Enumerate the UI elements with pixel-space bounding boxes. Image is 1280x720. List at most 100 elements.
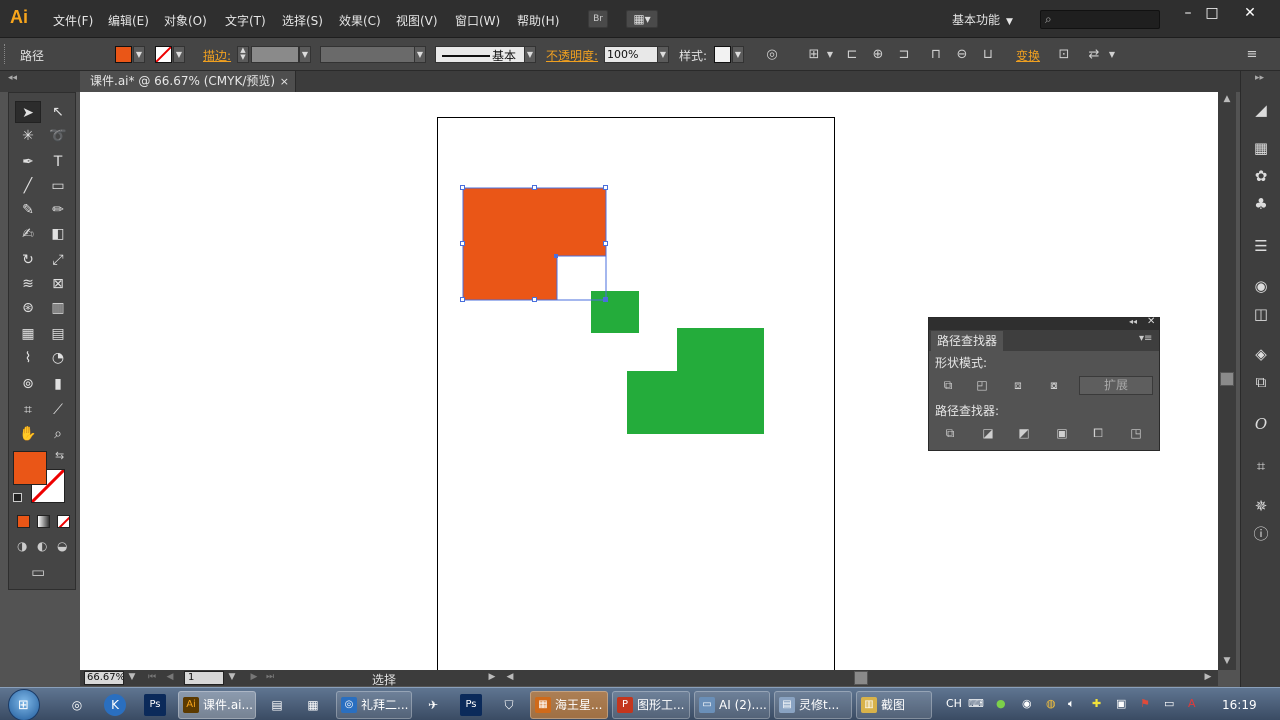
stroke-weight-dropdown[interactable]: ▼ [299, 46, 311, 63]
pencil-tool-icon[interactable]: ✏ [45, 199, 71, 221]
minimize-button[interactable]: – [1176, 5, 1200, 21]
resize-handle-bottom-right[interactable] [603, 297, 608, 302]
draw-normal-icon[interactable]: ◑ [17, 539, 27, 553]
stroke-dropdown[interactable]: ▼ [173, 46, 185, 63]
column-graph-tool-icon[interactable]: ▮ [45, 373, 71, 395]
align-bottom-icon[interactable]: ⊔ [980, 47, 996, 63]
transparency-icon[interactable]: ◫ [1248, 303, 1274, 325]
opacity-dropdown[interactable]: ▼ [657, 46, 669, 63]
resize-handle-bottom-left[interactable] [460, 297, 465, 302]
menu-object[interactable]: 对象(O) [164, 12, 207, 29]
volume-icon[interactable]: 🔈︎ [1068, 697, 1075, 711]
maximize-button[interactable]: □ [1200, 5, 1224, 21]
control-panel-menu-icon[interactable]: ≡ [1244, 47, 1260, 63]
scroll-left-arrow-icon[interactable]: ◀ [504, 672, 516, 682]
menu-effect[interactable]: 效果(C) [339, 12, 381, 29]
close-panel-icon[interactable]: ✕ [1147, 316, 1155, 327]
shape-builder-tool-icon[interactable]: ⊛ [15, 297, 41, 319]
arrange-documents-button[interactable]: ▦▾ [626, 10, 658, 28]
keyboard-icon[interactable]: ⌨ [968, 697, 984, 710]
navigator-icon[interactable]: ✵ [1248, 495, 1274, 517]
zoom-tool-icon[interactable]: ⌕ [45, 423, 71, 445]
minus-back-icon[interactable]: ◳ [1125, 423, 1147, 443]
crop-icon[interactable]: ▣ [1051, 423, 1073, 443]
taskbar-folder-button[interactable]: ▭ AI (2).... [694, 691, 770, 719]
perspective-grid-tool-icon[interactable]: ▥ [45, 297, 71, 319]
appearance-icon[interactable]: ◉ [1248, 275, 1274, 297]
free-transform-tool-icon[interactable]: ⊠ [45, 273, 71, 295]
swatches-icon[interactable]: ▦ [1248, 137, 1274, 159]
variable-width-dropdown[interactable]: ▼ [414, 46, 426, 63]
minus-front-icon[interactable]: ◰ [971, 375, 993, 395]
qq-icon[interactable]: ◉ [1022, 697, 1032, 710]
graphic-style-swatch[interactable] [714, 46, 731, 63]
scale-tool-icon[interactable]: ⤢ [45, 249, 71, 271]
zoom-level-field[interactable]: 66.67% [84, 671, 124, 685]
align-left-icon[interactable]: ⊏ [844, 47, 860, 63]
blob-brush-tool-icon[interactable]: ✍ [15, 223, 41, 245]
fill-color-swatch[interactable] [115, 46, 132, 63]
opacity-field[interactable]: 100% [604, 46, 658, 63]
color-guide-icon[interactable]: ◢ [1248, 99, 1274, 121]
panel-title-bar[interactable]: ◂◂ ✕ [929, 316, 1159, 330]
stroke-weight-stepper[interactable]: ▲ ▼ [237, 46, 249, 63]
line-tool-icon[interactable]: ╱ [15, 175, 41, 197]
vertical-scroll-thumb[interactable] [1220, 372, 1234, 386]
quick-launch-app-icon[interactable]: ▦ [302, 694, 324, 716]
quick-launch-shield-icon[interactable]: ⛉ [498, 694, 520, 716]
taskbar-illustrator-button[interactable]: Ai 课件.ai... [178, 691, 256, 719]
menu-window[interactable]: 窗口(W) [455, 12, 500, 29]
plus-tray-icon[interactable]: ✚ [1092, 697, 1101, 710]
pathfinder-icon[interactable]: ⧉ [1248, 371, 1274, 393]
transform-link[interactable]: 变换 [1016, 47, 1040, 64]
flag-tray-icon[interactable]: ⚑ [1140, 697, 1150, 710]
brushes-icon[interactable]: ✿ [1248, 165, 1274, 187]
fill-box[interactable] [13, 451, 47, 485]
align-to-icon[interactable]: ⊞ [806, 47, 822, 63]
quick-launch-calculator-icon[interactable]: ▤ [266, 694, 288, 716]
exclude-icon[interactable]: ⧇ [1043, 375, 1065, 395]
taskbar-document-button[interactable]: ▤ 灵修t... [774, 691, 852, 719]
align-center-vertical-icon[interactable]: ⊖ [954, 47, 970, 63]
fill-dropdown[interactable]: ▼ [133, 46, 145, 63]
monitor-tray-icon[interactable]: ▭ [1164, 697, 1174, 710]
resize-handle-left[interactable] [460, 241, 465, 246]
brush-definition-field[interactable]: 基本 [435, 46, 535, 63]
rotate-tool-icon[interactable]: ↻ [15, 249, 41, 271]
taskbar-screenshot-button[interactable]: ▥ 截图 [856, 691, 932, 719]
vertical-scrollbar[interactable]: ▲ ▼ [1218, 92, 1236, 670]
recolor-artwork-icon[interactable]: ◎ [764, 47, 780, 63]
status-menu-arrow-icon[interactable]: ▶ [486, 672, 498, 682]
rectangle-tool-icon[interactable]: ▭ [45, 175, 71, 197]
expand-panels-icon[interactable]: ▸▸ [1255, 73, 1264, 83]
tab-pathfinder[interactable]: 路径查找器 [931, 331, 1004, 351]
stroke-label[interactable]: 描边: [203, 47, 231, 64]
taskbar-neptune-button[interactable]: ▦ 海王星... [530, 691, 608, 719]
resize-handle-top-left[interactable] [460, 185, 465, 190]
previous-artboard-icon[interactable]: ◀ [164, 672, 176, 682]
brush-definition-dropdown[interactable]: ▼ [524, 46, 536, 63]
start-button[interactable]: ⊞ [8, 689, 40, 720]
magic-wand-tool-icon[interactable]: ✳ [15, 125, 41, 147]
device-tray-icon[interactable]: ▣ [1116, 697, 1126, 710]
ime-indicator[interactable]: CH [946, 697, 962, 710]
eyedropper-tool-icon[interactable]: ⌇ [15, 347, 41, 369]
horizontal-scroll-thumb[interactable] [854, 671, 868, 685]
merge-icon[interactable]: ◩ [1013, 423, 1035, 443]
selection-tool-icon[interactable]: ➤ [15, 101, 41, 123]
last-artboard-icon[interactable]: ⏭ [264, 672, 276, 682]
scroll-up-arrow-icon[interactable]: ▲ [1218, 94, 1236, 104]
first-artboard-icon[interactable]: ⏮ [146, 672, 158, 682]
divide-icon[interactable]: ⧉ [939, 423, 961, 443]
glyphs-icon[interactable]: O [1248, 413, 1274, 435]
lasso-tool-icon[interactable]: ➰ [45, 125, 71, 147]
align-to-dropdown[interactable]: ▼ [822, 47, 838, 63]
expand-button[interactable]: 扩展 [1079, 376, 1153, 395]
eraser-tool-icon[interactable]: ◧ [45, 223, 71, 245]
scroll-right-arrow-icon[interactable]: ▶ [1202, 672, 1214, 682]
pen-tool-icon[interactable]: ✒ [15, 151, 41, 173]
symbol-sprayer-tool-icon[interactable]: ⊚ [15, 373, 41, 395]
align-right-icon[interactable]: ⊐ [896, 47, 912, 63]
artboard-number-field[interactable]: 1 [184, 671, 224, 685]
graphic-style-dropdown[interactable]: ▼ [732, 46, 744, 63]
